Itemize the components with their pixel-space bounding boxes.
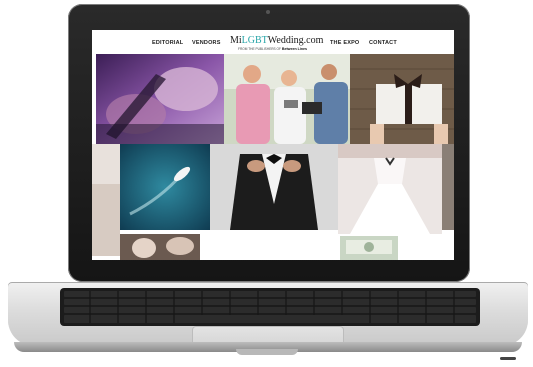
webcam-icon [266, 10, 270, 14]
nav-vendors[interactable]: VENDORS [192, 40, 221, 46]
site-tagline: FROM THE PUBLISHERS OF Between Lines [238, 47, 308, 51]
photo-partial-bottom-left[interactable] [120, 234, 200, 260]
photo-partial-bottom-right[interactable] [340, 236, 398, 260]
laptop-indicator-light [500, 357, 516, 360]
photo-wedding-dress[interactable] [338, 144, 442, 234]
photo-side-right [442, 144, 454, 230]
site-logo[interactable]: MiLGBTWedding.com [230, 35, 323, 46]
nav-editorial[interactable]: EDITORIAL [152, 40, 183, 46]
laptop-keyboard [60, 288, 480, 326]
photo-couple-ceremony[interactable] [224, 54, 350, 144]
photo-gift-box[interactable] [350, 54, 454, 144]
photo-tuxedo[interactable] [210, 144, 338, 230]
laptop-screen: EDITORIAL VENDORS MiLGBTWedding.com FROM… [92, 30, 454, 260]
site-navbar: EDITORIAL VENDORS MiLGBTWedding.com FROM… [92, 30, 454, 56]
laptop-lid-notch [236, 349, 298, 355]
photo-boat-aerial[interactable] [120, 144, 210, 230]
nav-the-expo[interactable]: THE EXPO [330, 40, 359, 46]
photo-side-left [92, 144, 120, 256]
nav-contact[interactable]: CONTACT [369, 40, 397, 46]
photo-hands-purple[interactable] [96, 54, 224, 144]
